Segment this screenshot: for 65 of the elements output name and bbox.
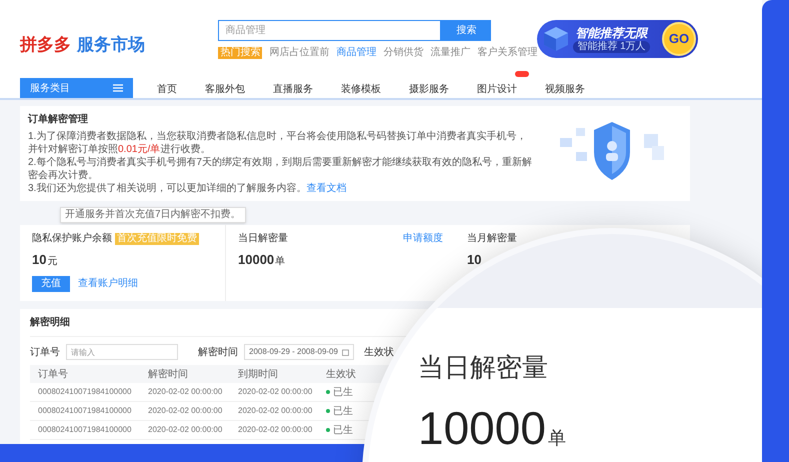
filter-label: 解密时间 (198, 346, 238, 360)
magnifier-value: 10000 (418, 405, 546, 451)
table-cell-text: 000802410071984100000 (38, 405, 132, 417)
table-cell-text: 000802410071984100000 (38, 424, 132, 436)
table-cell-text: 已生 (333, 386, 353, 400)
notice-title: 订单解密管理 (28, 112, 89, 127)
table-cell-text: 已生 (333, 424, 353, 438)
hot-search-link[interactable]: 网店占位置前 (269, 45, 330, 60)
table-cell-text: 2020-02-02 00:00:00 (148, 424, 224, 436)
filter-label: 生效状 (364, 346, 394, 360)
nav-link[interactable]: 客服外包 (205, 84, 245, 95)
category-menu-button[interactable]: 服务类目 (20, 78, 133, 98)
notice-paragraph: 1.为了保障消费者数据隐私，当您获取消费者隐私信息时，平台将会使用隐私号码替换订单中消费者真实手机号，并针对解密订单按照0.01元/单进行收费。 (28, 130, 528, 156)
apply-quota-link[interactable]: 申请额度 (403, 231, 443, 246)
date-range-field[interactable]: 2008-09-29 - 2008-09-09 (244, 344, 354, 360)
stat-unit: 单 (275, 254, 286, 269)
menu-icon (113, 84, 123, 92)
hot-search-link[interactable]: 客户关系管理 (477, 45, 538, 60)
order-number-field[interactable]: 请输入 (66, 344, 178, 360)
recharge-button[interactable]: 充值 (32, 276, 70, 292)
filter-label: 订单号 (30, 346, 60, 360)
account-details-link[interactable]: 查看账户明细 (78, 276, 138, 291)
nav-link[interactable]: 首页 (157, 84, 177, 95)
column-header: 生效状 (326, 368, 357, 382)
notice-paragraph: 3.我们还为您提供了相关说明，可以更加详细的了解服务内容。查看文档 (28, 182, 348, 195)
hot-search-link[interactable]: 商品管理 (336, 45, 376, 60)
promo-subtitle: 智能推荐 1万人 (573, 40, 650, 52)
go-badge: GO (662, 22, 696, 56)
column-header: 到期时间 (238, 368, 279, 382)
nav-link[interactable]: 装修模板 (341, 84, 381, 95)
table-cell-text: 2020-02-02 00:00:00 (148, 405, 224, 417)
table-cell-text: 已生 (333, 404, 353, 418)
table-cell-text: 2020-02-02 00:00:00 (238, 405, 314, 417)
magnifier-unit: 单 (548, 427, 566, 450)
stat-value: 10 (32, 251, 46, 269)
column-header: 解密时间 (148, 368, 189, 382)
table-cell-text: 2020-02-02 00:00:00 (148, 386, 224, 398)
hot-search-badge: 热门搜索 (218, 46, 262, 58)
promo-badge: 首次充值限时免费 (115, 232, 199, 244)
nav-link[interactable]: 摄影服务 (409, 84, 449, 95)
column-header: 订单号 (38, 368, 69, 382)
notice-paragraph: 2.每个隐私号与消费者真实手机号拥有7天的绑定有效期，到期后需要重新解密才能继续获取有效的隐私号，重新解密会再次计费。 (28, 156, 533, 182)
logo-service: 服务市场 (77, 34, 145, 56)
search-field[interactable]: 商品管理 (218, 20, 442, 41)
search-button[interactable]: 搜索 (441, 20, 492, 41)
table-cell-text: 2020-02-02 00:00:00 (238, 386, 314, 398)
stat-label: 当月解密量 (467, 232, 517, 246)
stat-label: 当日解密量 (238, 232, 288, 246)
stat-value: 10 (467, 251, 482, 269)
docs-link[interactable]: 查看文档 (306, 183, 346, 194)
tooltip: 开通服务并首次充值7日内解密不扣费。 (60, 207, 246, 223)
magnifier-label: 当日解密量 (418, 351, 549, 384)
table-cell-text: 000802410071984100000 (38, 386, 132, 398)
logo-brand: 拼多多 (20, 34, 71, 56)
promo-banner[interactable]: 智能推荐无限 智能推荐 1万人 GO (537, 20, 698, 58)
hot-search-link[interactable]: 分销供货 (383, 45, 424, 60)
stat-unit: 元 (47, 255, 58, 269)
promo-title: 智能推荐无限 (576, 26, 648, 40)
table-cell-text: 2020-02-02 00:00:00 (238, 424, 314, 436)
stat-value: 10000 (238, 251, 274, 269)
nav-link[interactable]: 直播服务 (273, 84, 313, 95)
hot-search-link[interactable]: 流量推广 (430, 45, 470, 60)
nav-link[interactable]: 视频服务 (545, 84, 585, 95)
stat-label: 隐私保护账户余额 (32, 232, 112, 246)
nav-link[interactable]: 图片设计 (477, 84, 517, 95)
